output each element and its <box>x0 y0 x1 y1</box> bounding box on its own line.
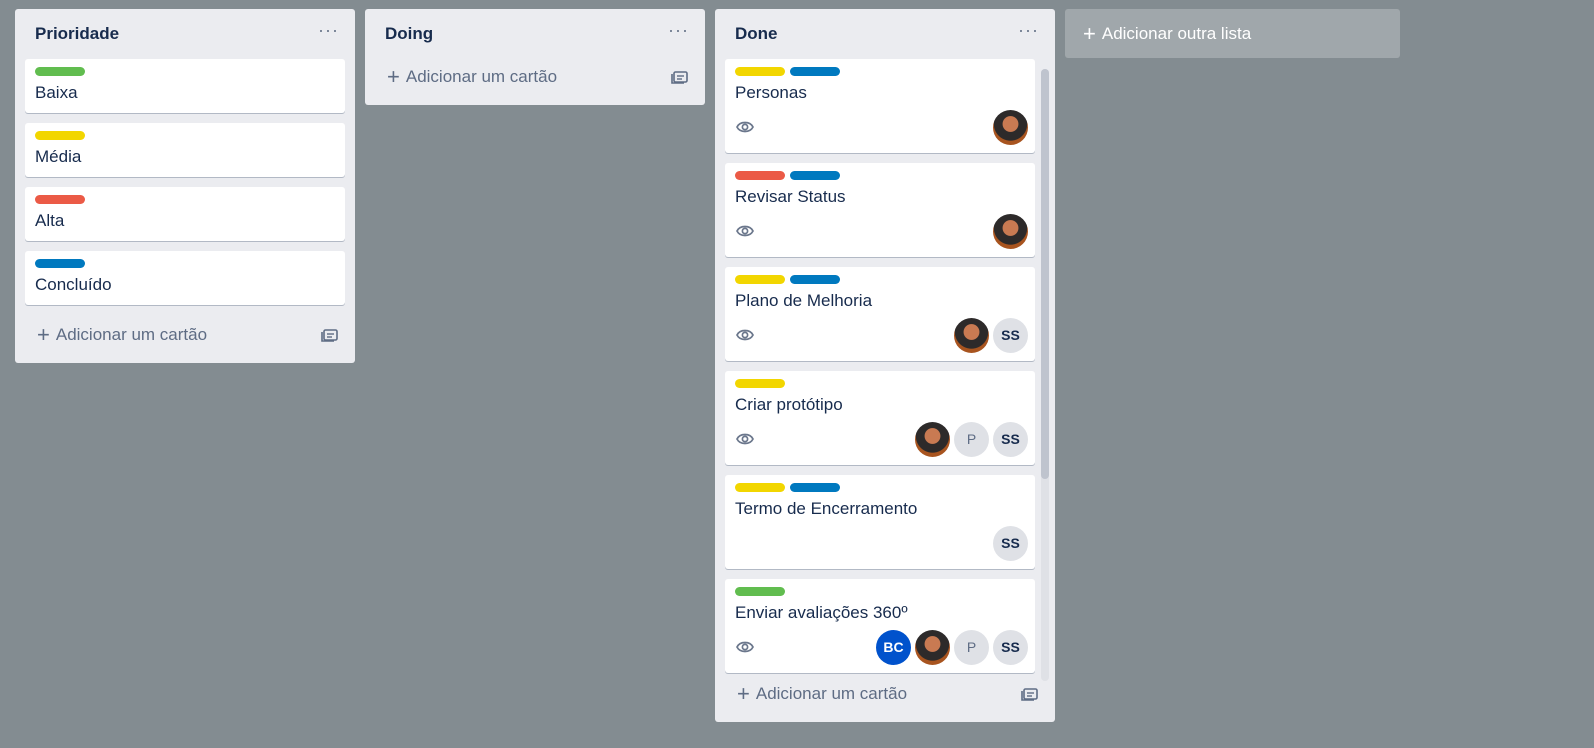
eye-icon <box>736 329 754 341</box>
avatar-initials[interactable]: P <box>954 421 989 457</box>
card-alta[interactable]: Alta <box>25 187 345 241</box>
card-template-icon[interactable] <box>1021 686 1039 702</box>
add-card-row: + Adicionar um cartão <box>15 315 355 355</box>
list-done: Done ··· Personas Revisar Status Plano d… <box>715 9 1055 722</box>
card-container: Personas Revisar Status Plano de Melhori… <box>715 59 1055 674</box>
avatar[interactable] <box>954 317 989 353</box>
eye-icon <box>736 641 754 653</box>
card-title: Baixa <box>35 83 78 102</box>
card-title: Enviar avaliações 360º <box>735 603 908 622</box>
label-blue[interactable] <box>790 67 840 76</box>
card-revisar-status[interactable]: Revisar Status <box>725 163 1035 257</box>
add-card-row: + Adicionar um cartão <box>365 57 705 97</box>
avatar[interactable] <box>915 629 950 665</box>
card-title: Alta <box>35 211 65 230</box>
list-title[interactable]: Done <box>735 24 778 44</box>
add-card-button[interactable]: + Adicionar um cartão <box>737 683 907 705</box>
list-header: Done ··· <box>715 9 1055 59</box>
label-red[interactable] <box>735 171 785 180</box>
avatar-initials[interactable]: SS <box>993 421 1028 457</box>
label-red[interactable] <box>35 195 85 204</box>
plus-icon: + <box>737 681 750 706</box>
card-termo-de-encerramento[interactable]: Termo de Encerramento SS <box>725 475 1035 569</box>
eye-icon <box>736 225 754 237</box>
ellipsis-icon[interactable]: ··· <box>318 21 339 39</box>
label-yellow[interactable] <box>35 131 85 140</box>
card-title: Média <box>35 147 82 166</box>
card-media[interactable]: Média <box>25 123 345 177</box>
add-list-button[interactable]: + Adicionar outra lista <box>1065 9 1400 58</box>
avatar-initials[interactable]: SS <box>993 317 1028 353</box>
scrollbar-thumb[interactable] <box>1041 69 1049 479</box>
avatar-initials[interactable]: BC <box>876 629 911 665</box>
list-scrollbar[interactable] <box>1041 69 1049 681</box>
add-card-label: Adicionar um cartão <box>755 684 908 703</box>
list-prioridade: Prioridade ··· Baixa Média Alta Concluíd… <box>15 9 355 363</box>
ellipsis-icon[interactable]: ··· <box>1018 21 1039 39</box>
label-green[interactable] <box>35 67 85 76</box>
eye-icon <box>736 433 754 445</box>
label-yellow[interactable] <box>735 67 785 76</box>
card-baixa[interactable]: Baixa <box>25 59 345 113</box>
label-yellow[interactable] <box>735 379 785 388</box>
label-yellow[interactable] <box>735 483 785 492</box>
eye-icon <box>736 121 754 133</box>
card-title: Termo de Encerramento <box>735 499 918 518</box>
card-criar-prototipo[interactable]: Criar protótipo P SS <box>725 371 1035 465</box>
card-title: Revisar Status <box>735 187 846 206</box>
list-title[interactable]: Doing <box>385 24 433 44</box>
card-plano-de-melhoria[interactable]: Plano de Melhoria SS <box>725 267 1035 361</box>
card-title: Concluído <box>35 275 112 294</box>
avatar-initials[interactable]: SS <box>993 629 1028 665</box>
plus-icon: + <box>387 64 400 89</box>
add-card-row: + Adicionar um cartão <box>715 674 1055 714</box>
list-doing: Doing ··· + Adicionar um cartão <box>365 9 705 105</box>
label-blue[interactable] <box>35 259 85 268</box>
label-blue[interactable] <box>790 171 840 180</box>
avatar[interactable] <box>915 421 950 457</box>
list-header: Prioridade ··· <box>15 9 355 59</box>
card-personas[interactable]: Personas <box>725 59 1035 153</box>
label-blue[interactable] <box>790 275 840 284</box>
add-card-label: Adicionar um cartão <box>405 67 558 86</box>
label-green[interactable] <box>735 587 785 596</box>
add-card-button[interactable]: + Adicionar um cartão <box>37 324 207 346</box>
plus-icon: + <box>37 322 50 347</box>
label-blue[interactable] <box>790 483 840 492</box>
list-title[interactable]: Prioridade <box>35 24 119 44</box>
label-yellow[interactable] <box>735 275 785 284</box>
avatar-initials[interactable]: P <box>954 629 989 665</box>
card-title: Plano de Melhoria <box>735 291 873 310</box>
card-template-icon[interactable] <box>671 69 689 85</box>
list-header: Doing ··· <box>365 9 705 59</box>
avatar-initials[interactable]: SS <box>993 525 1028 561</box>
avatar[interactable] <box>993 213 1028 249</box>
plus-icon: + <box>1083 20 1096 46</box>
add-card-button[interactable]: + Adicionar um cartão <box>387 66 557 88</box>
card-template-icon[interactable] <box>321 327 339 343</box>
add-list-label: Adicionar outra lista <box>1101 23 1252 43</box>
card-title: Personas <box>735 83 807 102</box>
board: Prioridade ··· Baixa Média Alta Concluíd… <box>15 9 1400 722</box>
card-concluido[interactable]: Concluído <box>25 251 345 305</box>
card-enviar-avaliacoes[interactable]: Enviar avaliações 360º BC P SS <box>725 579 1035 673</box>
card-title: Criar protótipo <box>735 395 843 414</box>
avatar[interactable] <box>993 109 1028 145</box>
add-card-label: Adicionar um cartão <box>55 325 208 344</box>
ellipsis-icon[interactable]: ··· <box>668 21 689 39</box>
card-container: Baixa Média Alta Concluído <box>15 59 355 315</box>
